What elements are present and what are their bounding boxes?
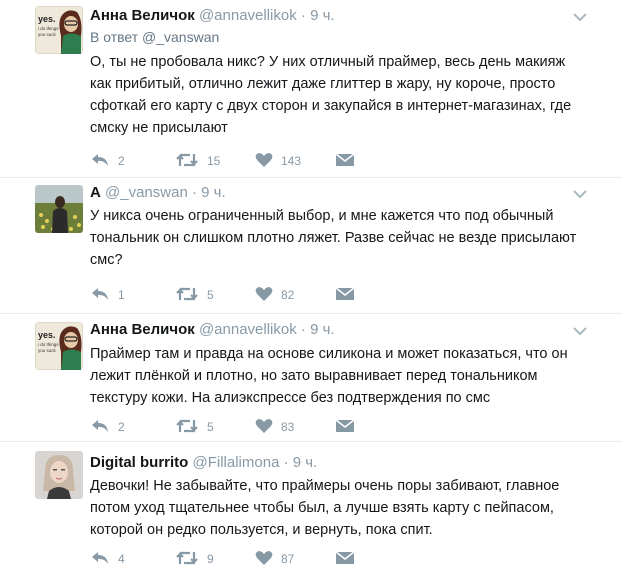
direct-message-button[interactable] (335, 148, 355, 168)
reply-count: 4 (118, 552, 125, 566)
retweet-count: 5 (207, 288, 214, 302)
like-button[interactable]: 87 (255, 546, 294, 566)
message-icon (335, 419, 355, 432)
timestamp[interactable]: 9 ч. (310, 7, 335, 24)
message-icon (335, 287, 355, 300)
reply-count: 2 (118, 154, 125, 168)
like-count: 83 (281, 420, 295, 434)
tweet-text: Девочки! Не забывайте, что праймеры очен… (90, 478, 560, 538)
retweet-count: 9 (207, 552, 214, 566)
reply-button[interactable]: 2 (90, 414, 125, 434)
user-handle[interactable]: @Fillalimona (193, 454, 280, 471)
like-count: 82 (281, 288, 295, 302)
display-name[interactable]: Анна Величок (90, 321, 195, 338)
reply-to-label[interactable]: В ответ @_vanswan (90, 29, 582, 45)
avatar-image: yes. i do things you suck (35, 322, 83, 370)
reply-icon (92, 420, 108, 432)
retweet-icon (176, 287, 198, 301)
avatar-image (35, 185, 83, 233)
avatar[interactable] (35, 185, 83, 233)
direct-message-button[interactable] (335, 282, 355, 302)
reply-icon (92, 552, 108, 564)
reply-icon (92, 154, 108, 166)
tweet-actions: 2 15 143 (90, 148, 390, 168)
tweet-text: Праймер там и правда на основе силикона … (90, 346, 568, 406)
retweet-icon (176, 153, 198, 167)
chevron-down-icon[interactable] (573, 326, 587, 336)
display-name[interactable]: Анна Величок (90, 7, 195, 24)
tweet-actions: 4 9 87 (90, 546, 390, 566)
retweet-icon (176, 551, 198, 565)
display-name[interactable]: Digital burrito (90, 454, 188, 471)
tweet-header: Digital burrito @Fillalimona · 9 ч. (90, 453, 582, 473)
avatar-image: yes. i do things you suck (35, 6, 83, 54)
display-name[interactable]: А (90, 184, 101, 201)
heart-icon (255, 419, 273, 433)
like-button[interactable]: 82 (255, 282, 294, 302)
like-button[interactable]: 83 (255, 414, 294, 434)
tweet-1[interactable]: yes. i do things you suck Анна Величок @… (0, 0, 622, 180)
user-handle[interactable]: @annavellikok (199, 321, 297, 338)
retweet-icon (176, 419, 198, 433)
heart-icon (255, 551, 273, 565)
like-count: 87 (281, 552, 295, 566)
user-handle[interactable]: @_vanswan (105, 184, 188, 201)
tweet-3[interactable]: yes. i do things you suck Анна Величок @… (0, 314, 622, 441)
retweet-button[interactable]: 15 (175, 148, 220, 168)
separator-dot: · (300, 321, 306, 338)
tweet-4[interactable]: Digital burrito @Fillalimona · 9 ч. Дево… (0, 442, 622, 575)
heart-icon (255, 287, 273, 301)
tweet-2[interactable]: А @_vanswan · 9 ч. У никса очень огранич… (0, 178, 622, 315)
avatar-word: yes. (38, 330, 56, 340)
svg-text:i do things: i do things (38, 26, 59, 31)
reply-button[interactable]: 4 (90, 546, 125, 566)
chevron-down-icon[interactable] (573, 12, 587, 22)
separator-dot: · (300, 7, 306, 24)
avatar[interactable]: yes. i do things you suck (35, 322, 83, 370)
svg-text:you suck: you suck (38, 32, 57, 37)
tweet-actions: 2 5 83 (90, 414, 390, 434)
avatar-word: yes. (38, 14, 56, 24)
direct-message-button[interactable] (335, 414, 355, 434)
reply-button[interactable]: 1 (90, 282, 125, 302)
tweet-text: У никса очень ограниченный выбор, и мне … (90, 208, 577, 268)
tweet-header: Анна Величок @annavellikok · 9 ч. (90, 320, 582, 340)
chevron-down-icon[interactable] (573, 189, 587, 199)
message-icon (335, 551, 355, 564)
reply-count: 2 (118, 420, 125, 434)
avatar[interactable] (35, 451, 83, 499)
like-count: 143 (281, 154, 302, 168)
timestamp[interactable]: 9 ч. (201, 184, 226, 201)
reply-button[interactable]: 2 (90, 148, 125, 168)
reply-count: 1 (118, 288, 125, 302)
retweet-count: 5 (207, 420, 214, 434)
separator-dot: · (283, 454, 289, 471)
separator-dot: · (191, 184, 197, 201)
svg-text:i do things: i do things (38, 342, 59, 347)
heart-icon (255, 153, 273, 167)
reply-icon (92, 288, 108, 300)
tweet-thread: yes. i do things you suck Анна Величок @… (0, 0, 622, 575)
retweet-button[interactable]: 5 (175, 414, 214, 434)
user-handle[interactable]: @annavellikok (199, 7, 297, 24)
like-button[interactable]: 143 (255, 148, 301, 168)
retweet-button[interactable]: 9 (175, 546, 214, 566)
retweet-button[interactable]: 5 (175, 282, 214, 302)
direct-message-button[interactable] (335, 546, 355, 566)
tweet-actions: 1 5 82 (90, 282, 390, 302)
tweet-header: Анна Величок @annavellikok · 9 ч. (90, 6, 582, 26)
svg-text:you suck: you suck (38, 348, 57, 353)
retweet-count: 15 (207, 154, 221, 168)
avatar[interactable]: yes. i do things you suck (35, 6, 83, 54)
timestamp[interactable]: 9 ч. (293, 454, 318, 471)
message-icon (335, 153, 355, 166)
tweet-header: А @_vanswan · 9 ч. (90, 183, 582, 203)
timestamp[interactable]: 9 ч. (310, 321, 335, 338)
tweet-text: О, ты не пробовала никс? У них отличный … (90, 54, 572, 136)
avatar-image (35, 451, 83, 499)
